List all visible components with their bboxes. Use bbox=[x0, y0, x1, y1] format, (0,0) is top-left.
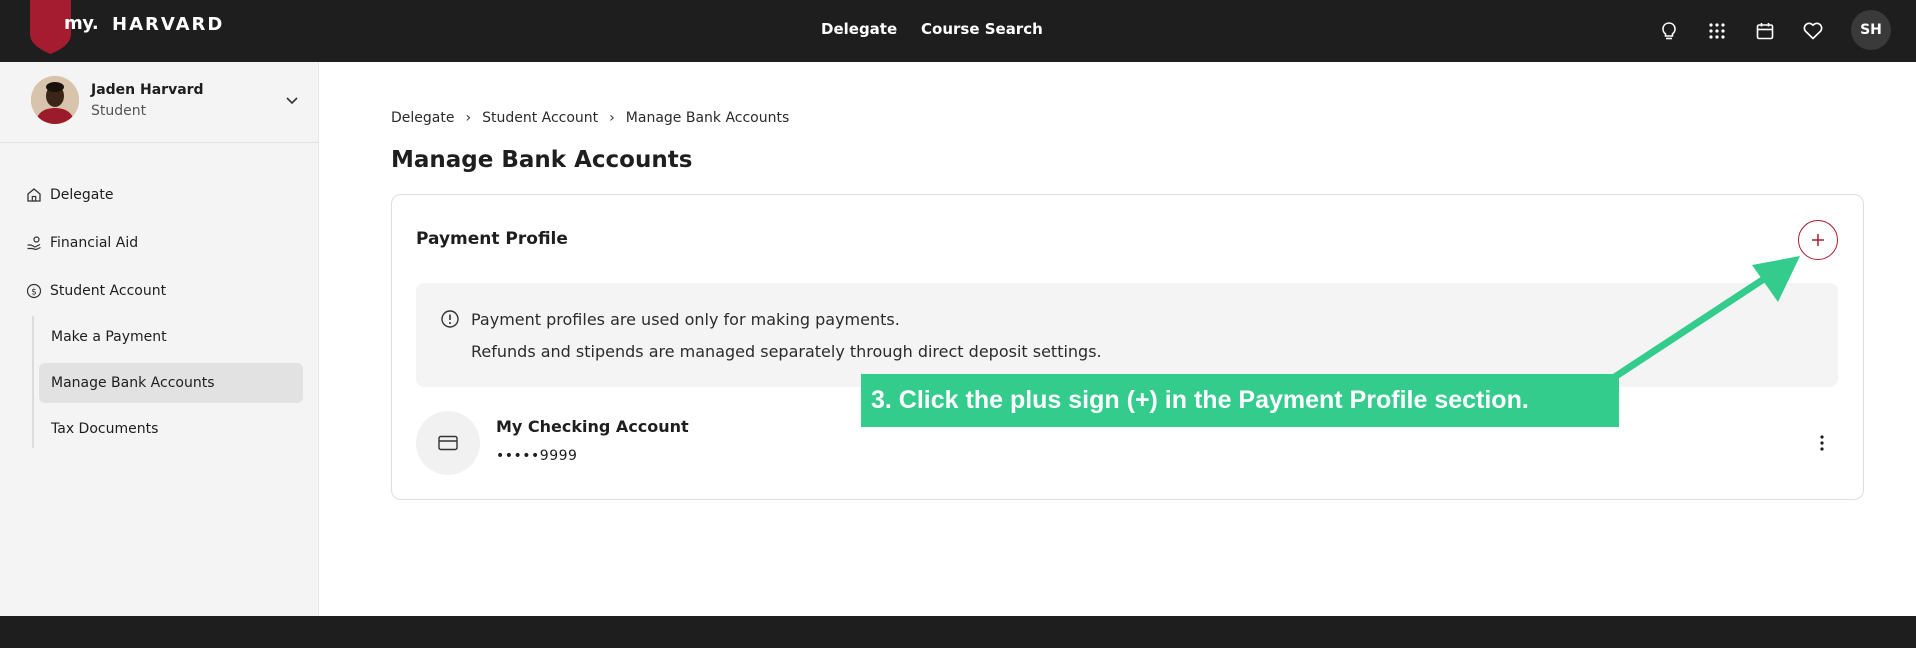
myharvard-logo[interactable]: my. HARVARD bbox=[30, 0, 222, 54]
calendar-icon[interactable] bbox=[1752, 18, 1778, 44]
chevron-down-icon bbox=[286, 97, 298, 105]
sidebar-item-delegate[interactable]: Delegate bbox=[26, 182, 113, 208]
breadcrumb-student-account[interactable]: Student Account bbox=[482, 110, 598, 126]
lightbulb-icon[interactable] bbox=[1656, 18, 1682, 44]
account-icon-wrap bbox=[416, 411, 480, 475]
logo-harvard-text: HARVARD bbox=[112, 14, 225, 35]
hand-coins-icon bbox=[27, 236, 41, 251]
breadcrumb-delegate[interactable]: Delegate bbox=[391, 110, 454, 126]
profile-role: Student bbox=[91, 103, 147, 119]
info-text-line1: Payment profiles are used only for makin… bbox=[471, 310, 900, 329]
annotation-arrow-icon bbox=[1606, 256, 1800, 384]
account-name: My Checking Account bbox=[496, 417, 689, 436]
breadcrumb-current: Manage Bank Accounts bbox=[625, 110, 790, 126]
avatar bbox=[31, 76, 79, 124]
kebab-menu-icon bbox=[1820, 435, 1824, 451]
svg-text:$: $ bbox=[31, 287, 37, 297]
sidebar-item-label: Student Account bbox=[50, 283, 167, 299]
sidebar-subitem-manage-bank-accounts[interactable]: Manage Bank Accounts bbox=[39, 363, 303, 403]
footer-bar bbox=[0, 616, 1916, 648]
profile-name: Jaden Harvard bbox=[91, 82, 204, 98]
profile-switcher[interactable]: Jaden Harvard Student bbox=[0, 62, 319, 143]
breadcrumb: Delegate › Student Account › Manage Bank… bbox=[391, 110, 789, 126]
info-text-line2: Refunds and stipends are managed separat… bbox=[471, 342, 1102, 361]
subnav-rail bbox=[32, 316, 34, 448]
chevron-right-icon: › bbox=[465, 110, 472, 126]
logo-my-text: my. bbox=[64, 13, 99, 34]
payment-profile-title: Payment Profile bbox=[416, 229, 568, 249]
user-avatar[interactable]: SH bbox=[1851, 10, 1891, 50]
sidebar-subitem-make-a-payment[interactable]: Make a Payment bbox=[39, 317, 303, 357]
sidebar-item-label: Financial Aid bbox=[50, 235, 139, 251]
account-number: •••••9999 bbox=[496, 448, 578, 464]
apps-grid-icon[interactable] bbox=[1704, 18, 1730, 44]
sidebar-item-label: Delegate bbox=[50, 187, 114, 203]
alert-circle-icon bbox=[441, 310, 459, 328]
dollar-circle-icon: $ bbox=[26, 283, 42, 299]
credit-card-icon bbox=[438, 435, 458, 451]
topnav-course-search[interactable]: Course Search bbox=[921, 20, 1043, 38]
top-bar: my. HARVARD Delegate Course Search SH bbox=[0, 0, 1916, 62]
plus-icon bbox=[1812, 234, 1824, 246]
heart-icon[interactable] bbox=[1800, 18, 1826, 44]
sidebar-subitem-tax-documents[interactable]: Tax Documents bbox=[39, 409, 303, 449]
more-options-button[interactable] bbox=[1810, 431, 1834, 455]
chevron-right-icon: › bbox=[609, 110, 615, 126]
topnav-delegate[interactable]: Delegate bbox=[821, 20, 897, 38]
annotation-label: 3. Click the plus sign (+) in the Paymen… bbox=[861, 374, 1619, 427]
sidebar: Jaden Harvard Student Delegate Financial… bbox=[0, 62, 319, 616]
page-title: Manage Bank Accounts bbox=[391, 147, 693, 173]
home-icon bbox=[27, 188, 41, 202]
sidebar-item-student-account[interactable]: $ Student Account bbox=[26, 278, 166, 304]
sidebar-item-financial-aid[interactable]: Financial Aid bbox=[26, 230, 138, 256]
